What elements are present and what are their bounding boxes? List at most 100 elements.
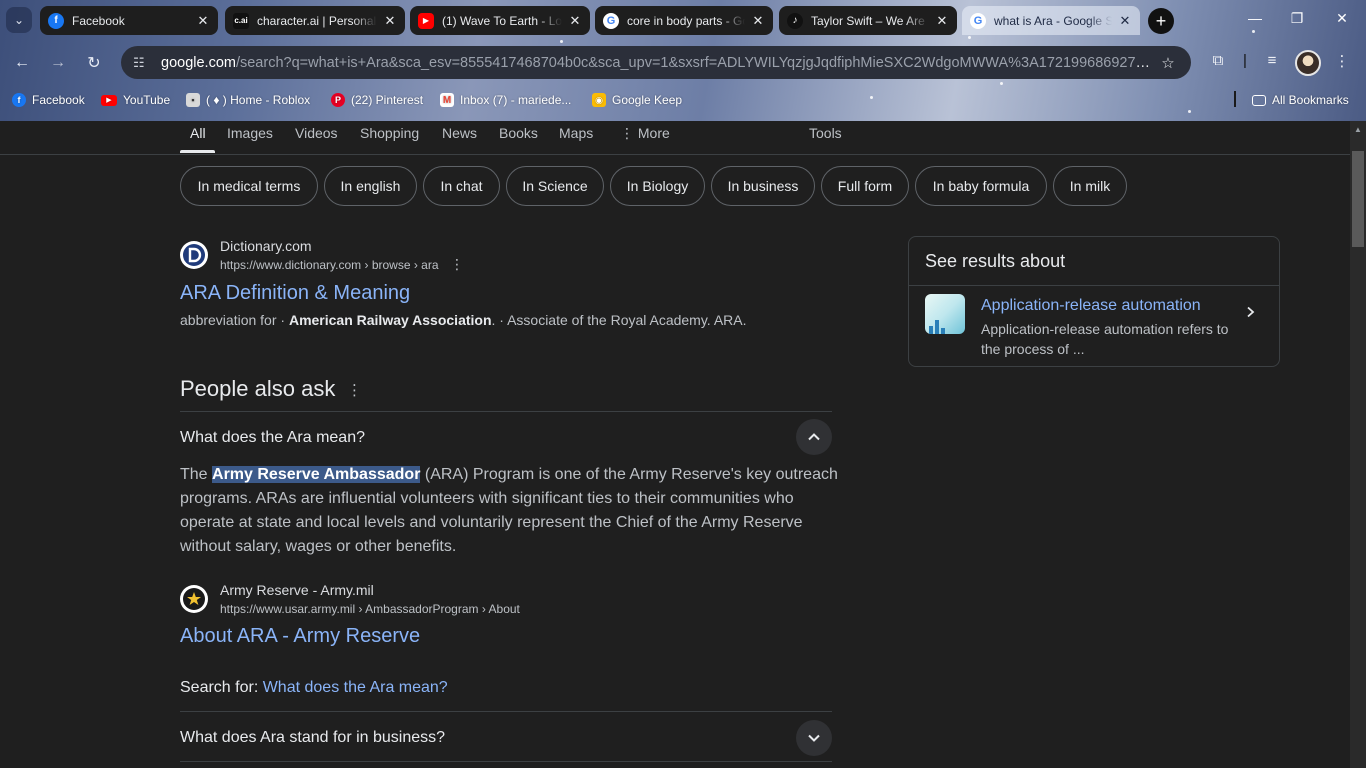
close-icon[interactable]: ✕ [1118, 13, 1132, 29]
dictionary-logo-icon [183, 244, 205, 266]
browser-tab[interactable]: G core in body parts - Google ✕ [595, 6, 773, 35]
close-window-icon[interactable]: ✕ [1332, 10, 1352, 27]
close-icon[interactable]: ✕ [751, 13, 765, 29]
search-for-link[interactable]: What does the Ara mean? [263, 679, 448, 696]
forward-arrow-icon[interactable]: → [47, 52, 69, 74]
browser-chrome: ⌄ f Facebook ✕ c.ai character.ai | Perso… [0, 0, 1366, 121]
background-speck [1188, 110, 1191, 113]
close-icon[interactable]: ✕ [196, 13, 210, 29]
bookmark-item[interactable]: ▪ ( ♦ ) Home - Roblox [186, 92, 310, 108]
bookmark-star-icon[interactable]: ☆ [1157, 54, 1179, 72]
browser-tab[interactable]: ♪ Taylor Swift – We Are Never ✕ [779, 6, 957, 35]
address-bar[interactable]: ☷ google.com/search?q=what+is+Ara&sca_es… [121, 46, 1191, 79]
refine-chip[interactable]: Full form [821, 166, 909, 206]
google-icon: G [970, 12, 986, 29]
scroll-up-arrow-icon[interactable]: ▲ [1354, 125, 1362, 134]
result-title-link[interactable]: About ARA - Army Reserve [180, 625, 420, 648]
refine-chip[interactable]: In baby formula [915, 166, 1047, 206]
profile-avatar[interactable] [1295, 50, 1321, 76]
tab-all[interactable]: All [190, 125, 206, 141]
tab-shopping[interactable]: Shopping [360, 125, 419, 141]
menu-kebab-icon[interactable]: ⋮ [1331, 52, 1353, 70]
refine-chip[interactable]: In medical terms [180, 166, 318, 206]
facebook-icon: f [12, 93, 26, 107]
dictionary-favicon[interactable] [180, 241, 208, 269]
search-results-page: All Images Videos Shopping News Books Ma… [0, 121, 1350, 768]
bookmark-item[interactable]: P (22) Pinterest [331, 92, 423, 108]
result-site-name[interactable]: Army Reserve - Army.mil [220, 582, 374, 598]
topic-title-link[interactable]: Application-release automation [981, 297, 1201, 315]
divider [180, 761, 832, 762]
browser-tab[interactable]: c.ai character.ai | Personalized AI ✕ [225, 6, 405, 35]
refine-chip[interactable]: In Science [506, 166, 604, 206]
tab-images[interactable]: Images [227, 125, 273, 141]
browser-tab[interactable]: ▶ (1) Wave To Earth - Love ✕ [410, 6, 590, 35]
refine-chip[interactable]: In Biology [610, 166, 705, 206]
background-speck [1000, 82, 1003, 85]
paa-options-icon[interactable]: ⋮ [347, 381, 362, 399]
chevron-down-icon: ⌄ [13, 13, 25, 27]
tab-title: Taylor Swift – We Are Never [811, 13, 929, 28]
page-scrollbar[interactable]: ▲ [1350, 121, 1366, 768]
browser-tab[interactable]: f Facebook ✕ [40, 6, 218, 35]
close-icon[interactable]: ✕ [568, 13, 582, 29]
scrollbar-thumb[interactable] [1352, 151, 1364, 247]
result-url[interactable]: https://www.usar.army.mil › AmbassadorPr… [220, 602, 520, 616]
back-arrow-icon[interactable]: ← [11, 52, 33, 74]
refine-chip[interactable]: In chat [423, 166, 500, 206]
refine-chip[interactable]: In business [711, 166, 815, 206]
bookmark-item[interactable]: ▶ YouTube [101, 92, 170, 108]
media-controls-icon[interactable]: ≡ [1261, 52, 1283, 69]
extensions-puzzle-icon[interactable]: ⧉ [1207, 52, 1229, 69]
result-url[interactable]: https://www.dictionary.com › browse › ar… [220, 258, 439, 272]
close-icon[interactable]: ✕ [383, 13, 397, 29]
keep-icon: ◉ [592, 93, 606, 107]
tab-news[interactable]: News [442, 125, 477, 141]
new-tab-button[interactable]: + [1148, 8, 1174, 34]
tab-books[interactable]: Books [499, 125, 538, 141]
background-speck [968, 36, 971, 39]
bookmark-item[interactable]: M Inbox (7) - mariede... [440, 92, 571, 108]
address-url[interactable]: google.com/search?q=what+is+Ara&sca_esv=… [161, 55, 1157, 71]
bookmark-item[interactable]: ◉ Google Keep [592, 92, 682, 108]
tab-search-button[interactable]: ⌄ [6, 7, 32, 33]
background-speck [870, 96, 873, 99]
tab-title: character.ai | Personalized AI [257, 13, 377, 28]
restore-icon[interactable]: ❐ [1287, 10, 1307, 27]
all-bookmarks-folder[interactable]: All Bookmarks [1252, 92, 1349, 108]
chevron-right-icon[interactable] [1243, 305, 1257, 319]
tools-button[interactable]: Tools [809, 125, 842, 141]
paa-answer: The Army Reserve Ambassador (ARA) Progra… [180, 463, 840, 559]
topic-thumbnail[interactable] [925, 294, 965, 334]
toolbar-separator: | [1243, 52, 1247, 69]
search-for-line: Search for: What does the Ara mean? [180, 679, 448, 697]
reload-icon[interactable]: ↻ [83, 52, 105, 74]
bookmark-label: ( ♦ ) Home - Roblox [206, 93, 311, 107]
tab-maps[interactable]: Maps [559, 125, 593, 141]
tab-title: (1) Wave To Earth - Love [442, 13, 562, 28]
browser-tab-active[interactable]: G what is Ara - Google Search ✕ [962, 6, 1140, 35]
result-title-link[interactable]: ARA Definition & Meaning [180, 282, 410, 305]
youtube-icon: ▶ [101, 94, 117, 106]
army-favicon[interactable] [180, 585, 208, 613]
collapse-button[interactable] [796, 419, 832, 455]
bookmark-label: Facebook [32, 93, 85, 107]
paa-question[interactable]: What does the Ara mean? [180, 429, 365, 447]
refine-chip[interactable]: In english [324, 166, 417, 206]
result-options-icon[interactable]: ⋮ [450, 256, 464, 273]
tab-title: Facebook [72, 13, 125, 28]
expand-button[interactable] [796, 720, 832, 756]
refine-chip[interactable]: In milk [1053, 166, 1127, 206]
close-icon[interactable]: ✕ [935, 13, 949, 29]
bookmark-item[interactable]: f Facebook [12, 92, 85, 108]
more-kebab-icon: ⋮ [620, 125, 638, 141]
google-icon: G [603, 12, 619, 29]
tab-more[interactable]: ⋮ More [620, 125, 670, 142]
youtube-icon: ▶ [418, 12, 434, 29]
site-settings-icon[interactable]: ☷ [133, 55, 151, 71]
bookmark-label: (22) Pinterest [351, 93, 424, 107]
paa-question[interactable]: What does Ara stand for in business? [180, 729, 445, 747]
minimize-icon[interactable]: — [1245, 10, 1265, 26]
tab-videos[interactable]: Videos [295, 125, 338, 141]
result-site-name[interactable]: Dictionary.com [220, 238, 312, 254]
